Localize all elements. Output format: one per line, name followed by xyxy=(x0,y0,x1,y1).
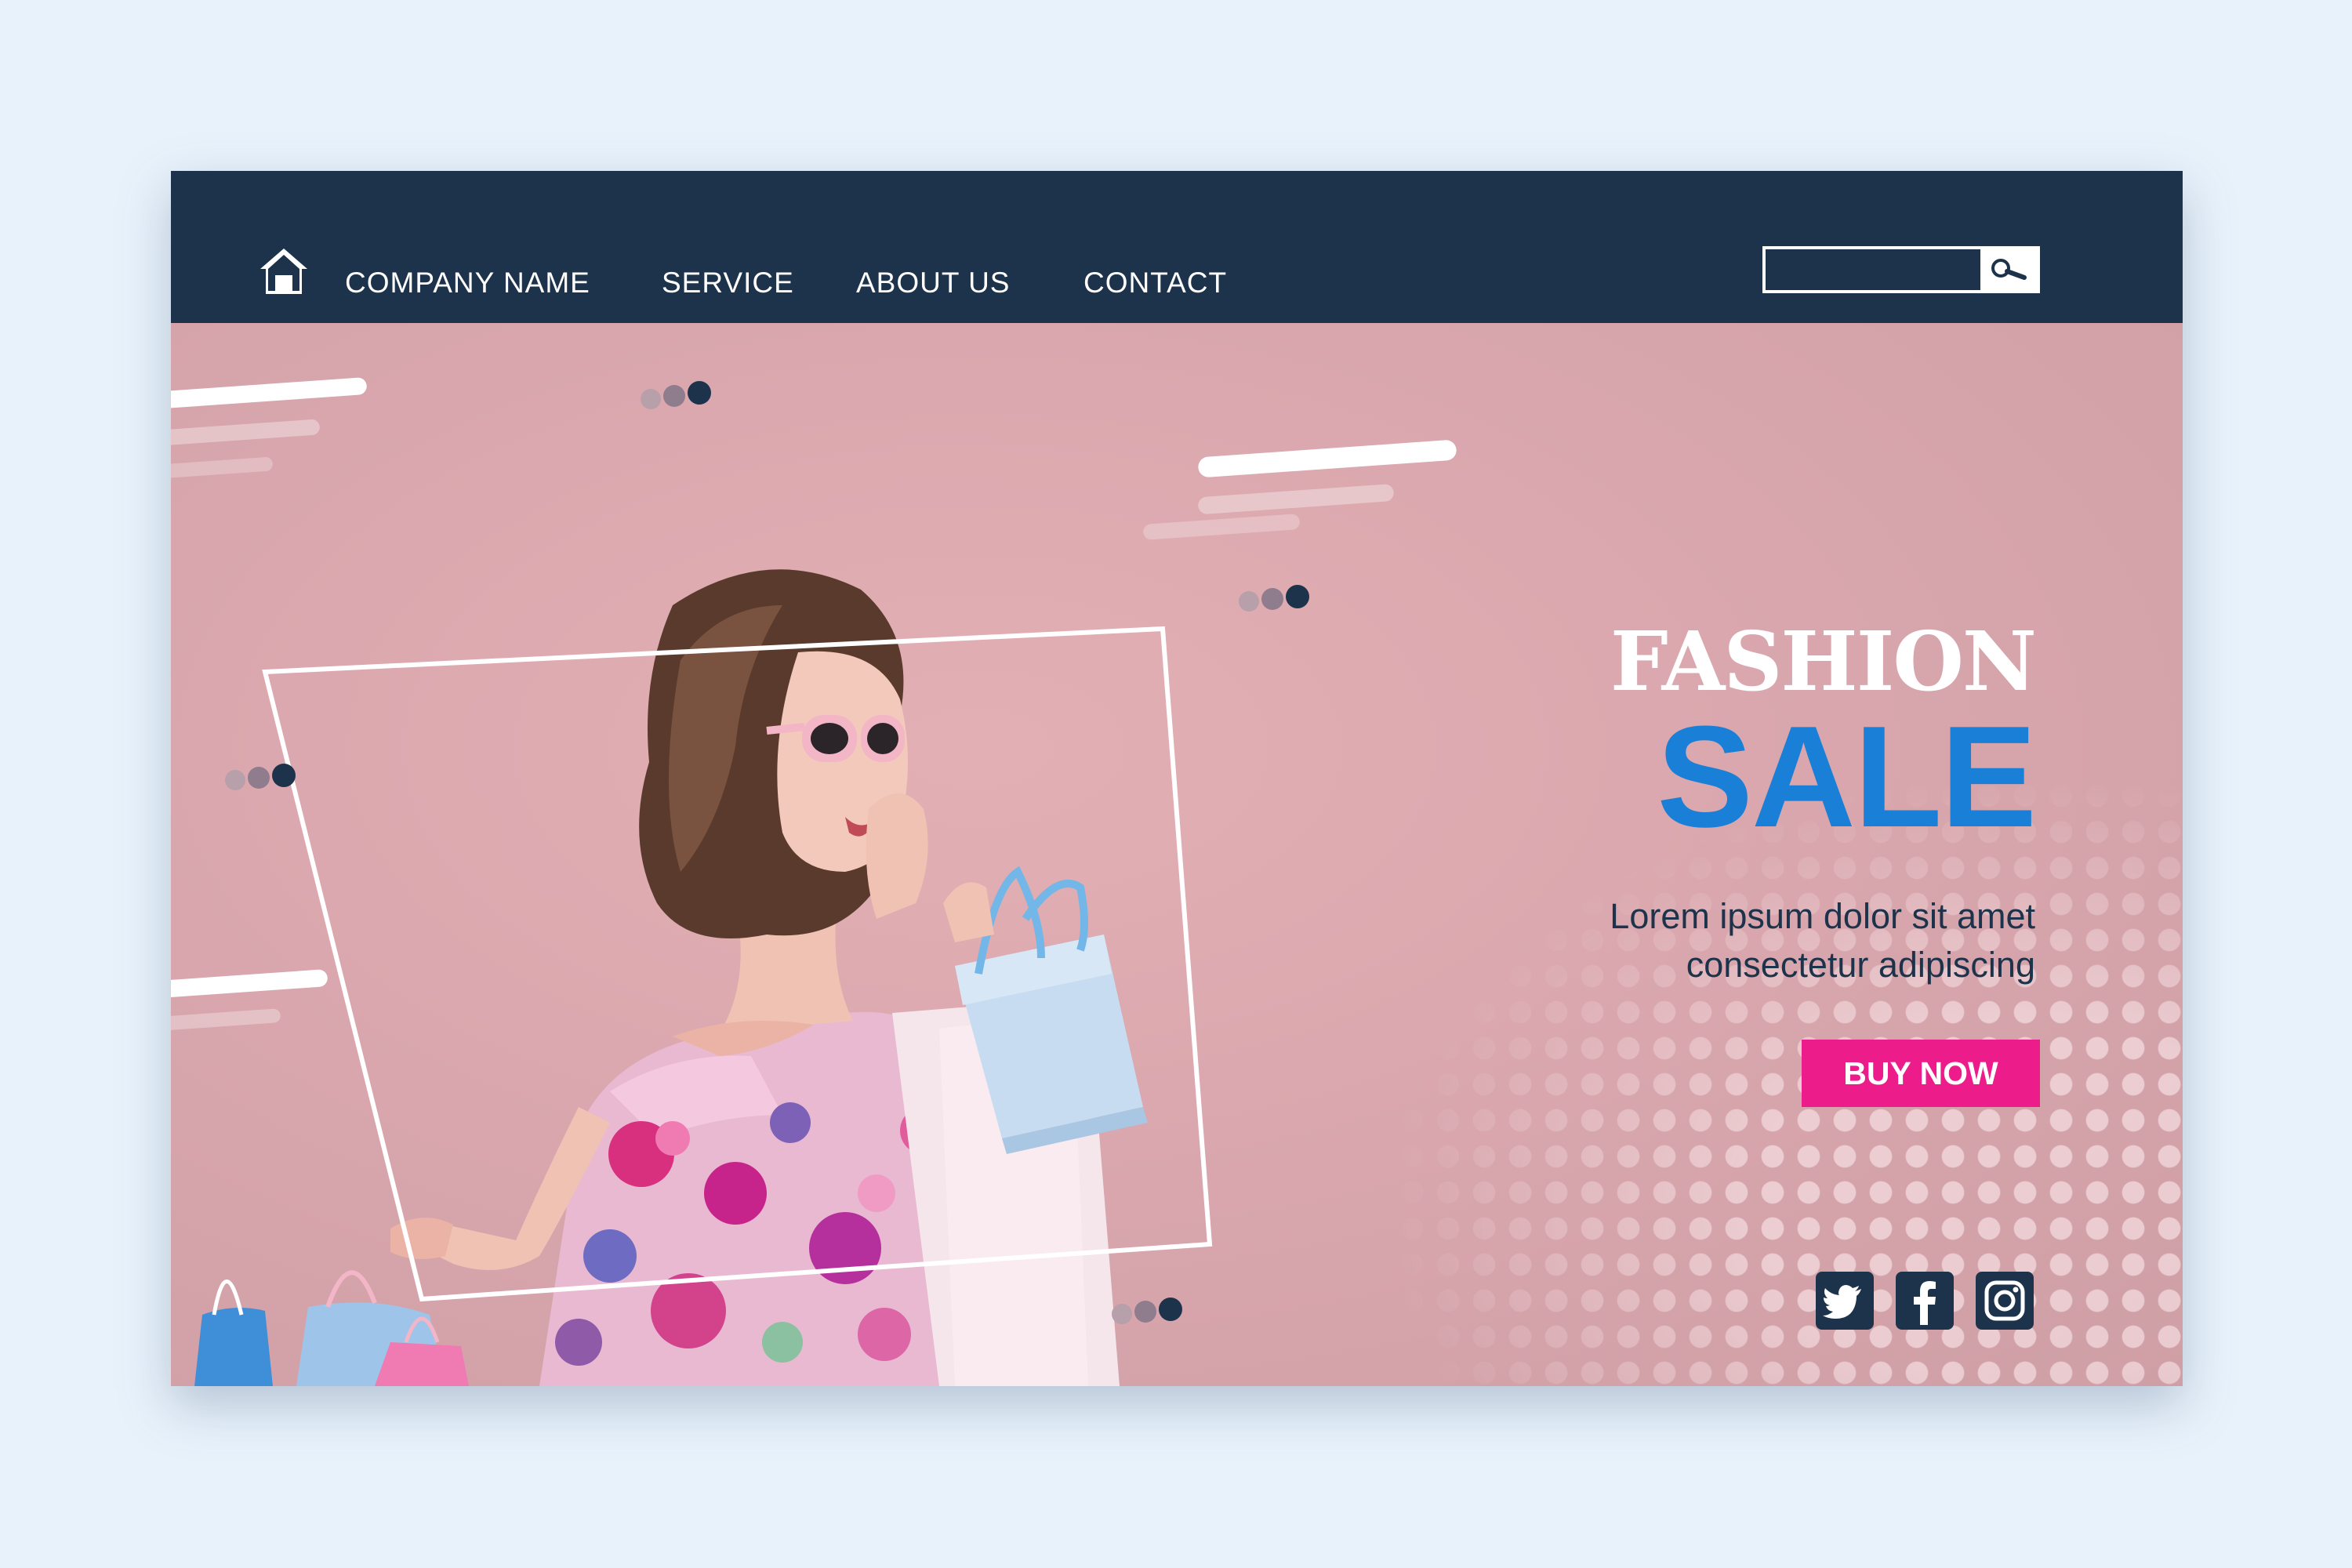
hero-photo xyxy=(171,377,1457,1386)
twitter-icon[interactable] xyxy=(1816,1272,1874,1330)
halftone-pattern xyxy=(1394,778,2183,1386)
nav-link-service[interactable]: SERVICE xyxy=(662,267,794,299)
hero-subtext-line: Lorem ipsum dolor sit amet xyxy=(1610,896,2035,936)
home-icon[interactable] xyxy=(259,247,309,296)
dots-cluster xyxy=(641,381,711,409)
facebook-icon[interactable] xyxy=(1896,1272,1954,1330)
search-icon xyxy=(1991,259,2027,280)
top-navbar: COMPANY NAME SERVICE ABOUT US CONTACT xyxy=(171,171,2183,323)
search-button[interactable] xyxy=(1980,249,2037,290)
hero-section: FASHION SALE Lorem ipsum dolor sit amet … xyxy=(171,323,2183,1386)
buy-now-button[interactable]: BUY NOW xyxy=(1802,1040,2040,1107)
search-input[interactable] xyxy=(1766,249,1982,290)
search-box xyxy=(1762,246,2040,293)
nav-link-contact[interactable]: CONTACT xyxy=(1083,267,1227,299)
dots-cluster xyxy=(1239,585,1309,612)
hero-subtext-line: consectetur adipiscing xyxy=(1686,945,2035,985)
dots-cluster xyxy=(1112,1298,1182,1324)
dots-cluster xyxy=(225,764,296,790)
nav-link-about-us[interactable]: ABOUT US xyxy=(856,267,1010,299)
instagram-icon[interactable] xyxy=(1976,1272,2034,1330)
landing-page-frame: FASHION SALE Lorem ipsum dolor sit amet … xyxy=(171,171,2183,1386)
hero-subtext: Lorem ipsum dolor sit amet consectetur a… xyxy=(1330,892,2035,989)
headline-sale: SALE xyxy=(1657,695,2037,857)
headline-fashion: FASHION xyxy=(1610,613,2037,710)
nav-link-company-name[interactable]: COMPANY NAME xyxy=(345,267,590,299)
